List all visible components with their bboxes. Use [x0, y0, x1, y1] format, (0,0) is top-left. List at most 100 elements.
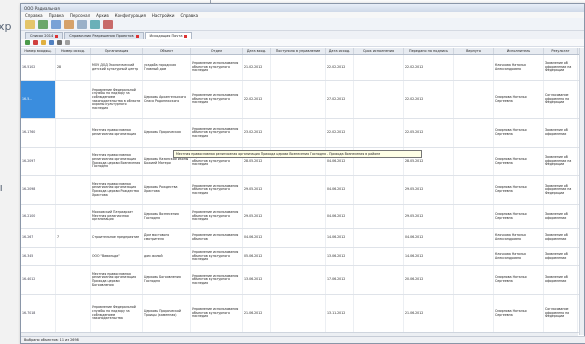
table-cell[interactable] — [454, 176, 494, 204]
table-cell[interactable]: 13.06.2012 — [243, 266, 271, 294]
table-cell[interactable]: Церковь Богоявления Господня — [143, 266, 191, 294]
table-cell[interactable]: Церковь Пророческой Троицы (каменная) — [143, 295, 191, 332]
tab-list-2014[interactable]: Список 2014 — [25, 32, 64, 39]
table-row[interactable]: 16-345 ООО "Вивальди" дом жилой Управление … — [21, 248, 582, 266]
table-cell[interactable] — [271, 81, 326, 118]
table-cell[interactable]: 29.05.2012 — [404, 205, 454, 228]
table-cell[interactable]: 16-2098 — [21, 176, 56, 204]
table-cell[interactable]: 21.06.2012 — [243, 295, 271, 332]
table-cell[interactable]: Заявление об оформлении на Федерации — [544, 148, 578, 175]
table-cell[interactable] — [454, 205, 494, 228]
export-icon[interactable] — [65, 40, 70, 45]
refresh-icon[interactable] — [49, 40, 54, 45]
table-cell[interactable] — [56, 295, 91, 332]
table-cell[interactable]: 20.06.2012 — [404, 266, 454, 294]
column-header[interactable]: Срок исполнения — [354, 48, 404, 54]
table-cell[interactable]: 16-267 — [21, 229, 56, 247]
table-cell[interactable]: Смирнова Наталья Сергеевна — [494, 295, 544, 332]
close-tab-icon[interactable] — [55, 34, 59, 38]
table-cell[interactable]: 22.02.2012 — [404, 55, 454, 80]
table-cell[interactable]: 14.06.2012 — [326, 229, 354, 247]
table-cell[interactable] — [454, 148, 494, 175]
table-cell[interactable]: 16-2097 — [21, 148, 56, 175]
table-cell[interactable]: Заявление об оформлении — [544, 205, 578, 228]
table-cell[interactable] — [454, 229, 494, 247]
table-cell[interactable]: Строительное предприятие — [91, 229, 143, 247]
table-cell[interactable]: Управление использования объектов культу… — [191, 205, 243, 228]
column-header[interactable]: Объект — [143, 48, 191, 54]
table-cell[interactable]: Управление Федеральной службы по надзору… — [91, 81, 143, 118]
table-cell[interactable] — [56, 148, 91, 175]
menu-item[interactable]: Справка — [25, 13, 43, 18]
table-cell[interactable] — [454, 81, 494, 118]
table-cell[interactable]: 23.02.2012 — [243, 119, 271, 147]
table-cell[interactable]: 22.02.2012 — [326, 55, 354, 80]
edit-icon[interactable] — [41, 40, 46, 45]
table-cell[interactable]: Согласование оформлено на Федерации — [544, 295, 578, 332]
table-cell[interactable]: 16-5102 — [21, 55, 56, 80]
table-cell[interactable]: Управление использования объектов культу… — [191, 81, 243, 118]
menu-item[interactable]: Справка — [180, 13, 198, 18]
column-header[interactable]: Дата вход. — [243, 48, 271, 54]
table-cell[interactable]: Заявление об оформлении — [544, 266, 578, 294]
table-cell[interactable]: 27.02.2012 — [326, 81, 354, 118]
column-header[interactable]: Исполнитель — [494, 48, 544, 54]
table-cell[interactable]: усадьба городская Главный дом — [143, 55, 191, 80]
table-cell[interactable]: Смирнова Наталья Сергеевна — [494, 148, 544, 175]
table-row[interactable]: 16-1760 Местная православная религиозная … — [21, 119, 582, 148]
table-cell[interactable]: Управление использования объектов культу… — [191, 266, 243, 294]
table-cell[interactable]: Клочкова Наталья Александровна — [494, 55, 544, 80]
table-cell[interactable]: Заявление об оформлении — [544, 119, 578, 147]
table-row[interactable]: 16-267 7 Строительное предприятие Дом мосто… — [21, 229, 582, 248]
table-cell[interactable]: Смирнова Наталья Сергеевна — [494, 266, 544, 294]
table-cell[interactable]: 7 — [56, 229, 91, 247]
table-cell[interactable]: Смирнова Наталья Сергеевна — [494, 205, 544, 228]
menu-item[interactable]: Правка — [49, 13, 64, 18]
table-cell[interactable] — [454, 55, 494, 80]
table-cell[interactable]: Заявление об оформлении на Федерации — [544, 55, 578, 80]
add-icon[interactable] — [25, 40, 30, 45]
table-cell[interactable] — [354, 295, 404, 332]
print-icon[interactable] — [77, 19, 87, 29]
table-cell[interactable]: Местная православная религиозная организ… — [91, 266, 143, 294]
table-cell[interactable] — [271, 229, 326, 247]
table-cell[interactable] — [354, 55, 404, 80]
table-cell[interactable]: 04.06.2012 — [326, 205, 354, 228]
table-cell[interactable]: Дом мостового смотрителя — [143, 229, 191, 247]
column-header[interactable]: Дата исход. — [326, 48, 354, 54]
table-cell[interactable] — [354, 81, 404, 118]
vertical-scrollbar[interactable] — [579, 48, 584, 335]
refresh-icon[interactable] — [38, 19, 48, 29]
table-cell[interactable]: Заявление об оформлении на Федерации — [544, 176, 578, 204]
table-row[interactable]: 16-5102 28 МОУ ДОД Экологический детский к… — [21, 55, 582, 81]
table-cell[interactable]: Местная православная религиозная организ… — [91, 176, 143, 204]
table-cell[interactable]: 16-345 — [21, 248, 56, 265]
table-cell[interactable]: 22.05.2012 — [404, 119, 454, 147]
table-cell[interactable]: 21.02.2012 — [243, 55, 271, 80]
users-icon[interactable] — [51, 19, 61, 29]
table-cell[interactable] — [454, 295, 494, 332]
column-header[interactable]: Номер входящ. — [21, 48, 56, 54]
table-cell[interactable]: 21.06.2012 — [404, 295, 454, 332]
table-cell[interactable]: 04.06.2012 — [404, 229, 454, 247]
folder-icon[interactable] — [25, 19, 35, 29]
table-cell[interactable] — [354, 119, 404, 147]
table-cell[interactable]: Церковь Рождества Христова — [143, 176, 191, 204]
table-cell[interactable]: 29.05.2012 — [243, 205, 271, 228]
table-cell[interactable] — [56, 81, 91, 118]
table-cell[interactable] — [56, 119, 91, 147]
table-cell[interactable]: Смирнова Наталья Сергеевна — [494, 81, 544, 118]
table-cell[interactable] — [354, 248, 404, 265]
table-cell[interactable]: Церковь Архангельского Спаса Радонежског… — [143, 81, 191, 118]
table-cell[interactable] — [271, 295, 326, 332]
close-icon[interactable] — [103, 19, 113, 29]
table-cell[interactable]: Управление использования объектов культу… — [191, 248, 243, 265]
table-cell[interactable] — [354, 176, 404, 204]
table-cell[interactable]: 16-5... — [21, 81, 56, 118]
table-cell[interactable] — [271, 119, 326, 147]
close-tab-icon[interactable] — [135, 34, 139, 38]
table-cell[interactable] — [454, 248, 494, 265]
table-cell[interactable] — [454, 119, 494, 147]
table-cell[interactable]: 16-7018 — [21, 295, 56, 332]
table-row[interactable]: 16-2100 Московский Патриархат Местная рел… — [21, 205, 582, 229]
